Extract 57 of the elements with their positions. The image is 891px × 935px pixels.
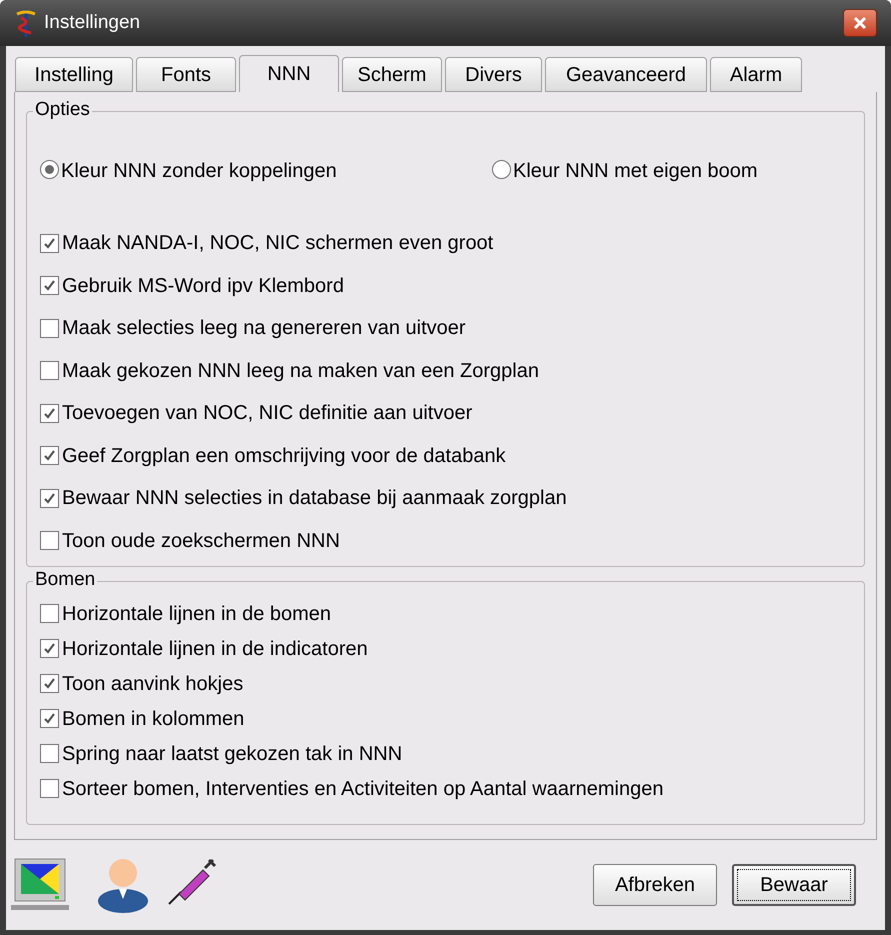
checkbox[interactable] [40,234,59,253]
check-icon [43,492,56,505]
group-title: Opties [33,99,92,121]
checkbox[interactable] [40,404,59,423]
tab[interactable]: Geavanceerd [545,57,707,92]
check-icon [43,279,56,292]
checkbox-label: Bomen in kolommen [62,706,244,732]
checkbox[interactable] [40,779,59,798]
checkbox-label: Spring naar laatst gekozen tak in NNN [62,742,402,766]
close-button[interactable] [843,9,877,37]
checkbox-label: Toon oude zoekschermen NNN [62,528,340,554]
caduceus-icon [14,8,38,38]
tab[interactable]: NNN [239,55,339,92]
check-icon [43,677,56,690]
checkbox[interactable] [40,276,59,296]
check-icon [43,406,56,420]
radio-button[interactable] [40,160,59,179]
person-icon [97,857,149,913]
checkbox-label: Horizontale lijnen in de bomen [62,602,332,626]
checkbox[interactable] [40,318,59,338]
checkbox-label: Sorteer bomen, Interventies en Activiteiten op Aantal waarnemingen [62,776,664,802]
checkbox[interactable] [40,674,59,693]
checkbox[interactable] [40,639,59,658]
check-icon [43,236,56,250]
checkbox[interactable] [40,446,59,466]
tab[interactable]: Scherm [342,57,442,92]
checkbox-label: Bewaar NNN selecties in database bij aanmaak zorgplan [62,486,567,512]
check-icon [43,449,56,462]
radio-label: Kleur NNN zonder koppelingen [61,159,337,184]
checkbox-label: Gebruik MS-Word ipv Klembord [62,274,344,299]
checkbox[interactable] [40,709,59,728]
monitor-icon [11,857,69,913]
dialog-button[interactable]: Bewaar [732,864,856,906]
checkbox[interactable] [40,488,59,508]
check-icon [43,712,56,725]
checkbox[interactable] [40,604,59,623]
tab[interactable]: Alarm [710,57,802,92]
tab[interactable]: Fonts [136,57,236,92]
radio-button[interactable] [492,160,511,179]
checkbox[interactable] [40,744,59,763]
window-title: Instellingen [44,10,140,35]
radio-label: Kleur NNN met eigen boom [513,159,758,184]
checkbox-label: Horizontale lijnen in de indicatoren [62,636,368,662]
tab[interactable]: Divers [445,57,542,92]
close-icon [852,15,868,31]
syringe-icon [167,856,219,906]
checkbox-label: Maak selecties leeg na genereren van uitvoer [62,316,466,342]
tab[interactable]: Instelling [15,57,133,92]
checkbox-label: Toevoegen van NOC, NIC definitie aan uitvoer [62,401,472,426]
checkbox-label: Maak gekozen NNN leeg na maken van een Zorgplan [62,358,539,384]
checkbox[interactable] [40,531,59,550]
checkbox-label: Geef Zorgplan een omschrijving voor de databank [62,444,506,469]
checkbox[interactable] [40,361,59,380]
check-icon [43,642,56,655]
checkbox-label: Maak NANDA-I, NOC, NIC schermen even groot [62,231,494,256]
dialog-button[interactable]: Afbreken [593,864,717,906]
checkbox-label: Toon aanvink hokjes [62,672,244,696]
